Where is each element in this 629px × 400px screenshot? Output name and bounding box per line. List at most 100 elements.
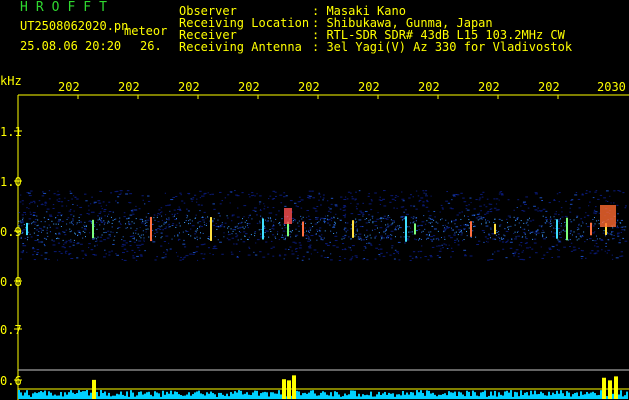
noise-dot — [82, 230, 84, 232]
noise-dot — [180, 194, 182, 196]
noise-dot — [569, 207, 571, 209]
noise-dot — [129, 214, 133, 216]
noise-dot — [116, 190, 119, 192]
noise-dot — [250, 234, 252, 236]
noise-dot — [185, 220, 187, 222]
noise-dot — [197, 259, 199, 261]
noise-dot — [503, 234, 505, 236]
noise-dot — [367, 214, 371, 216]
noise-dot — [438, 250, 442, 252]
noise-dot — [612, 258, 614, 260]
noise-dot — [518, 222, 520, 224]
noise-dot — [578, 224, 580, 226]
meteor-echo — [262, 218, 264, 240]
noise-dot — [486, 238, 490, 240]
noise-dot — [526, 221, 528, 223]
noise-dot — [219, 241, 222, 243]
noise-dot — [247, 254, 251, 256]
noise-dot — [330, 259, 333, 261]
noise-dot — [93, 224, 96, 226]
spectrum-bar — [204, 395, 206, 399]
noise-dot — [107, 222, 109, 224]
spectrum-bar — [486, 396, 488, 399]
spectrum-bar — [50, 392, 52, 399]
noise-dot — [575, 192, 578, 194]
noise-dot — [249, 214, 251, 216]
noise-dot — [273, 221, 275, 223]
noise-dot — [549, 218, 552, 220]
noise-dot — [437, 222, 439, 224]
noise-dot — [67, 200, 70, 202]
noise-dot — [121, 258, 124, 260]
noise-dot — [537, 210, 539, 212]
spectrum-bar — [312, 390, 314, 399]
noise-dot — [350, 257, 353, 259]
noise-dot — [400, 216, 404, 218]
noise-dot — [563, 246, 566, 248]
noise-dot — [304, 227, 306, 229]
noise-dot — [555, 244, 559, 246]
noise-dot — [125, 242, 128, 244]
noise-dot — [445, 229, 447, 231]
noise-dot — [295, 248, 298, 250]
noise-dot — [488, 234, 491, 236]
noise-dot — [561, 216, 564, 218]
noise-dot — [428, 215, 432, 217]
noise-dot — [22, 245, 26, 247]
noise-dot — [247, 217, 250, 219]
noise-dot — [189, 219, 191, 221]
noise-dot — [553, 199, 556, 201]
noise-dot — [362, 258, 364, 260]
noise-dot — [84, 229, 87, 231]
noise-dot — [417, 195, 420, 197]
noise-dot — [592, 197, 595, 199]
noise-dot — [53, 193, 56, 195]
noise-dot — [315, 218, 319, 220]
noise-dot — [308, 246, 311, 248]
noise-dot — [31, 222, 33, 224]
noise-dot — [397, 241, 401, 243]
noise-dot — [157, 212, 159, 214]
spectrum-bar — [236, 392, 238, 399]
noise-dot — [244, 226, 246, 228]
noise-dot — [275, 218, 277, 220]
noise-dot — [330, 211, 332, 213]
noise-dot — [329, 208, 332, 210]
spectrum-bar — [348, 394, 350, 399]
noise-dot — [306, 230, 308, 232]
noise-dot — [595, 235, 597, 237]
noise-dot — [200, 204, 203, 206]
noise-dot — [40, 221, 42, 223]
noise-dot — [178, 222, 180, 224]
noise-dot — [476, 244, 480, 246]
spectrum-bar — [56, 395, 58, 399]
noise-dot — [558, 240, 561, 242]
noise-dot — [433, 219, 435, 221]
noise-dot — [247, 227, 249, 229]
noise-dot — [145, 220, 147, 222]
noise-dot — [100, 220, 103, 222]
noise-dot — [344, 227, 347, 229]
noise-dot — [406, 239, 410, 241]
noise-dot — [430, 218, 434, 220]
noise-dot — [334, 240, 338, 242]
noise-dot — [192, 197, 195, 199]
noise-dot — [617, 220, 619, 222]
noise-dot — [57, 221, 60, 223]
spectrum-bar — [402, 390, 404, 399]
noise-dot — [229, 233, 231, 235]
noise-dot — [295, 205, 298, 207]
noise-dot — [325, 243, 328, 245]
spectrum-bar — [314, 393, 316, 399]
noise-dot — [467, 215, 469, 217]
noise-dot — [389, 254, 392, 256]
noise-dot — [564, 230, 566, 232]
noise-dot — [350, 213, 354, 215]
spectrum-bar — [546, 395, 548, 399]
noise-dot — [619, 255, 623, 257]
noise-dot — [451, 251, 454, 253]
noise-dot — [265, 230, 269, 232]
noise-dot — [354, 222, 356, 224]
noise-dot — [458, 212, 461, 214]
noise-dot — [179, 225, 181, 227]
